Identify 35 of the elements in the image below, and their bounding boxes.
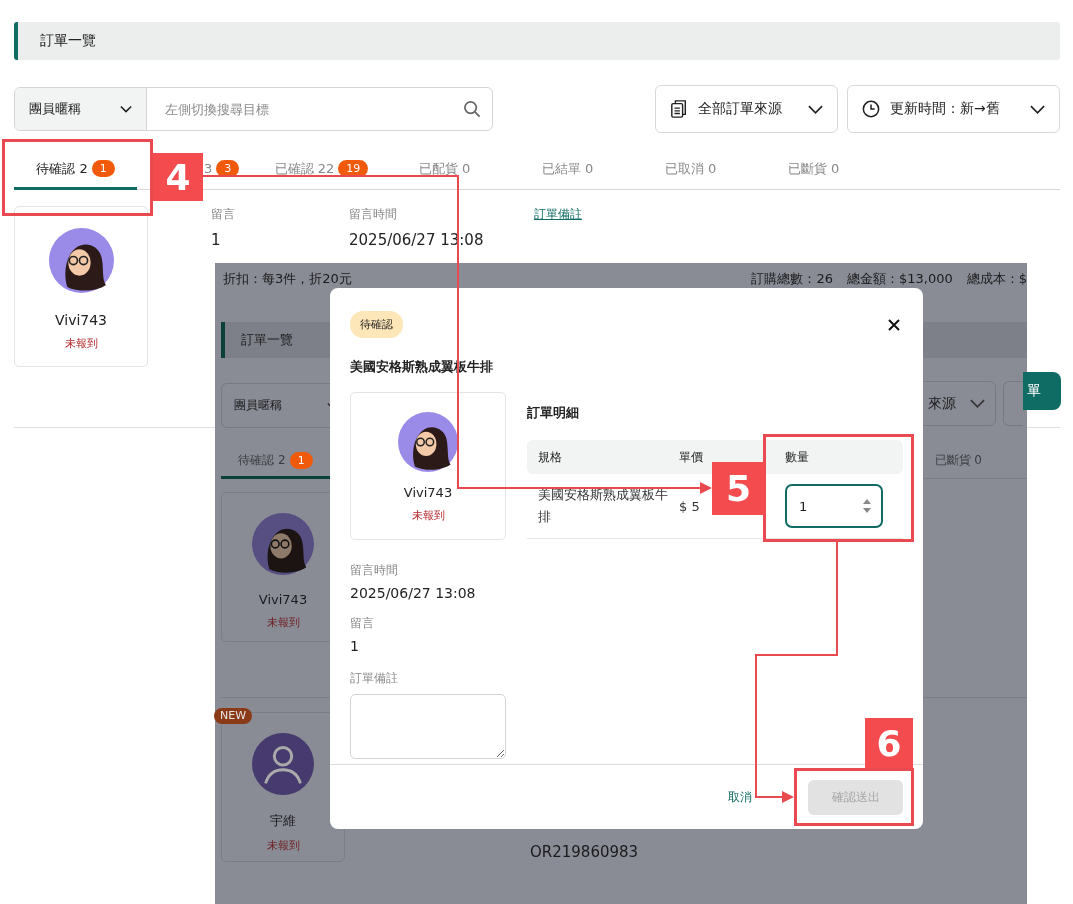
step-number: 5 xyxy=(712,462,765,515)
order-number: OR219860983 xyxy=(530,843,639,861)
field-label: 留言 xyxy=(211,206,236,223)
step-number: 4 xyxy=(153,153,203,201)
order-total: 訂購總數：26 xyxy=(751,270,833,288)
step-number: 6 xyxy=(865,718,913,768)
member-name: Vivi743 xyxy=(403,485,453,500)
count-badge: 1 xyxy=(91,160,115,177)
member-name: Vivi743 xyxy=(54,312,108,328)
field-value: 2025/06/27 13:08 xyxy=(350,585,477,601)
member-name: 宇維 xyxy=(270,812,296,830)
field-label: 留言 xyxy=(350,615,375,632)
column-header: 數量 xyxy=(785,448,809,466)
field-label: 留言時間 xyxy=(350,562,399,579)
table-cell-text: $ 5 xyxy=(679,498,701,514)
field-value: 1 xyxy=(350,638,360,654)
field-label: 留言時間 xyxy=(349,206,398,223)
field-value: 1 xyxy=(211,231,222,249)
section-title: 訂單一覽 xyxy=(40,32,96,50)
check-in-status: 未報到 xyxy=(266,615,300,630)
check-in-status: 未報到 xyxy=(411,508,445,523)
order-total: 總成本：$ xyxy=(966,270,1027,288)
table-cell-text: 美國安格斯熟成翼板牛排 xyxy=(537,486,669,526)
order-total: 總金額：$13,000 xyxy=(846,270,953,288)
column-header: 單價 xyxy=(679,448,704,466)
field-label: 訂單備註 xyxy=(350,670,399,687)
check-in-status: 未報到 xyxy=(266,838,300,853)
detail-title: 訂單明細 xyxy=(527,404,580,422)
new-badge: NEW xyxy=(214,708,253,724)
count-badge: 1 xyxy=(289,452,313,469)
column-header: 規格 xyxy=(537,448,563,466)
discount-text: 折扣：每3件，折20元 xyxy=(223,270,352,288)
status-badge: 待確認 xyxy=(350,311,403,338)
check-in-status: 未報到 xyxy=(64,336,98,351)
member-name: Vivi743 xyxy=(258,592,308,607)
